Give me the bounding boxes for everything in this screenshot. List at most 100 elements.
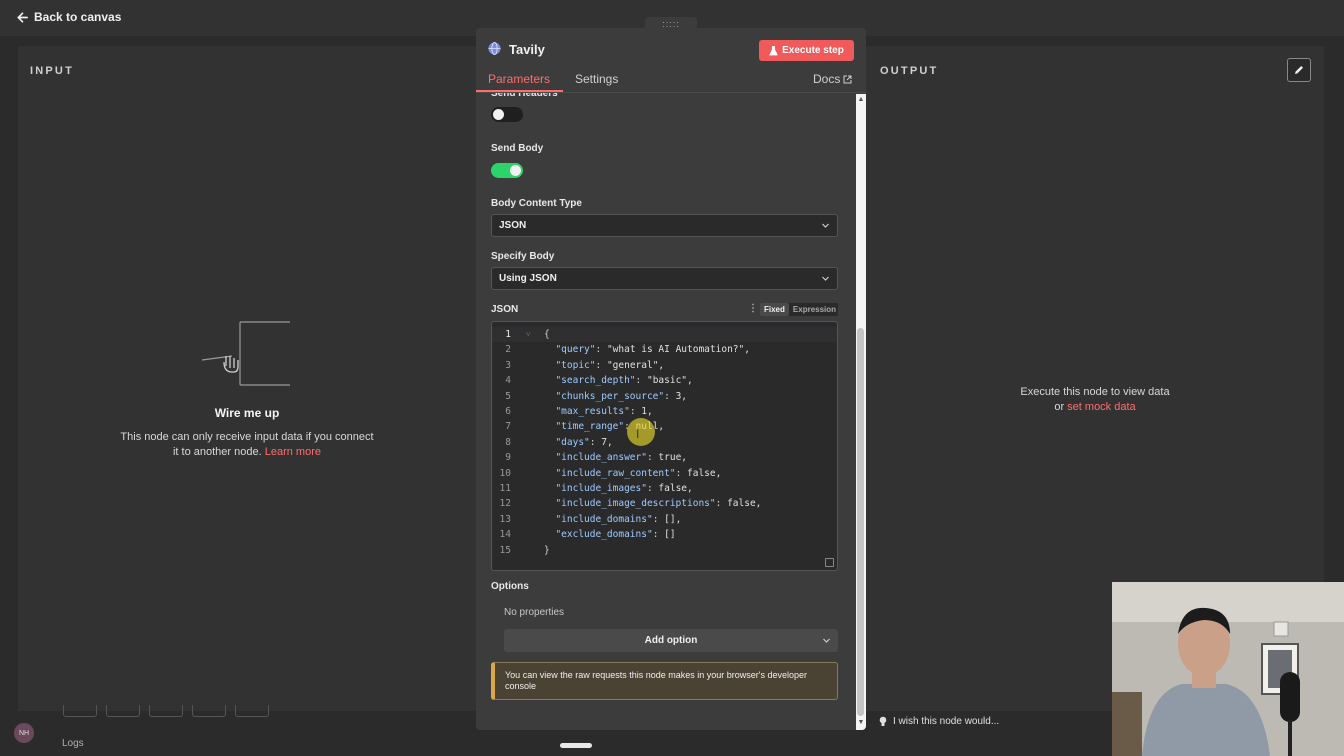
docs-link[interactable]: Docs <box>813 72 852 86</box>
code-text: "days": 7, <box>555 436 613 448</box>
avatar[interactable]: NH <box>14 723 34 743</box>
code-text: "max_results": 1, <box>555 406 653 417</box>
code-text: "chunks_per_source": 3, <box>555 390 688 402</box>
node-parameters-modal: Tavily Execute step Parameters Settings … <box>476 28 866 730</box>
back-to-canvas-label: Back to canvas <box>34 10 122 24</box>
body-content-type-label: Body Content Type <box>491 198 582 209</box>
hand-cursor-icon <box>223 356 239 373</box>
line-number: 6 <box>505 406 511 417</box>
code-line[interactable]: 11 "include_images": false, <box>492 481 837 496</box>
line-number: 12 <box>499 498 511 510</box>
line-number: 11 <box>499 483 511 494</box>
line-number: 2 <box>505 344 511 356</box>
code-text: "include_raw_content": false, <box>555 467 722 479</box>
flask-icon <box>769 45 778 55</box>
line-number: 10 <box>499 467 511 479</box>
logs-drag-handle[interactable] <box>560 743 592 748</box>
toolbar-button[interactable] <box>63 705 97 717</box>
add-option-label: Add option <box>644 635 698 646</box>
header-divider <box>476 92 866 93</box>
code-text: "include_images": false, <box>555 483 693 494</box>
chevron-down-icon <box>823 638 830 643</box>
input-panel: INPUT Wire me up This node can only rece… <box>18 46 476 711</box>
more-options-icon[interactable]: ⋮ <box>748 304 758 314</box>
code-line[interactable]: 14 "exclude_domains": [] <box>492 527 837 542</box>
learn-more-link[interactable]: Learn more <box>265 446 321 458</box>
back-to-canvas-button[interactable]: Back to canvas <box>16 10 121 24</box>
fixed-mode-button[interactable]: Fixed <box>760 303 789 316</box>
code-line[interactable]: 12 "include_image_descriptions": false, <box>492 496 837 511</box>
send-body-label: Send Body <box>491 143 544 154</box>
code-text: "query": "what is AI Automation?", <box>555 344 750 356</box>
pencil-icon <box>1295 66 1303 74</box>
code-line[interactable]: 3 "topic": "general", <box>492 358 837 373</box>
code-line[interactable]: 10 "include_raw_content": false, <box>492 466 837 481</box>
lightbulb-icon <box>879 716 887 726</box>
node-title: Tavily <box>509 42 545 57</box>
execute-to-view-text: Execute this node to view data <box>1020 386 1170 398</box>
feedback-label: I wish this node would... <box>893 716 1000 727</box>
set-mock-data-link[interactable]: set mock data <box>1067 401 1135 413</box>
developer-console-notice: You can view the raw requests this node … <box>491 662 838 700</box>
scroll-up-arrow-icon[interactable]: ▲ <box>857 96 865 104</box>
expression-mode-button[interactable]: Expression <box>789 303 840 316</box>
specify-body-label: Specify Body <box>491 251 555 262</box>
json-code-editor[interactable]: 1 ˅{2 "query": "what is AI Automation?", 3… <box>491 321 838 571</box>
scrollbar-thumb[interactable] <box>857 328 864 716</box>
json-label: JSON <box>491 304 519 315</box>
external-link-icon <box>843 75 852 83</box>
webcam-video-overlay <box>1112 582 1344 756</box>
code-line[interactable]: 7 "time_range": null, <box>492 419 837 434</box>
code-line[interactable]: 6 "max_results": 1, <box>492 404 837 419</box>
code-line[interactable]: 13 "include_domains": [], <box>492 512 837 527</box>
scroll-down-arrow-icon[interactable]: ▼ <box>857 719 865 727</box>
code-text: } <box>544 544 550 556</box>
execute-step-button[interactable]: Execute step <box>759 40 854 61</box>
line-number: 15 <box>499 544 511 556</box>
chevron-down-icon <box>822 276 829 281</box>
code-text: "search_depth": "basic", <box>555 375 693 387</box>
line-number: 7 <box>505 421 511 433</box>
code-line[interactable]: 9 "include_answer": true, <box>492 450 837 465</box>
feedback-link[interactable]: I wish this node would... <box>879 716 999 727</box>
fold-chevron-icon[interactable]: ˅ <box>526 327 531 342</box>
toolbar-button[interactable] <box>235 705 269 717</box>
code-line[interactable]: 2 "query": "what is AI Automation?", <box>492 342 837 357</box>
tab-parameters[interactable]: Parameters <box>488 72 550 86</box>
send-body-toggle[interactable] <box>491 163 523 178</box>
text-cursor-icon: I <box>636 427 640 441</box>
body-content-type-select[interactable]: JSON <box>491 214 838 237</box>
tab-settings[interactable]: Settings <box>575 72 618 86</box>
output-empty-text: Execute this node to view data or set mo… <box>996 385 1194 415</box>
input-panel-title: INPUT <box>30 65 74 77</box>
code-line[interactable]: 15} <box>492 543 837 558</box>
toolbar-button[interactable] <box>149 705 183 717</box>
code-text: "topic": "general", <box>555 359 665 371</box>
code-text: "include_domains": [], <box>555 513 682 525</box>
resize-handle-icon[interactable] <box>825 558 834 567</box>
toolbar-button[interactable] <box>192 705 226 717</box>
fixed-expression-switch: Fixed Expression <box>760 303 838 316</box>
code-line[interactable]: 4 "search_depth": "basic", <box>492 373 837 388</box>
options-label: Options <box>491 581 529 592</box>
logs-tab[interactable]: Logs <box>62 738 84 749</box>
add-option-button[interactable]: Add option <box>504 629 838 652</box>
code-line[interactable]: 1 ˅ { <box>492 327 837 343</box>
line-number: 9 <box>505 452 511 464</box>
wire-me-up-description: This node can only receive input data if… <box>120 431 374 458</box>
code-line[interactable]: 8 "days": 7, <box>492 435 837 450</box>
send-headers-toggle[interactable] <box>491 107 523 122</box>
arrow-left-icon <box>17 11 28 23</box>
body-content-type-value: JSON <box>499 220 527 231</box>
line-number: 1 <box>505 329 511 340</box>
no-properties-text: No properties <box>504 607 565 618</box>
modal-header: Tavily Execute step Parameters Settings … <box>476 28 866 94</box>
specify-body-value: Using JSON <box>499 273 557 284</box>
specify-body-select[interactable]: Using JSON <box>491 267 838 290</box>
wire-node-illustration <box>202 321 290 386</box>
wire-me-up-title: Wire me up <box>214 406 280 420</box>
edit-output-button[interactable] <box>1287 58 1311 82</box>
toolbar-button[interactable] <box>106 705 140 717</box>
code-text: "include_image_descriptions": false, <box>555 498 762 510</box>
code-line[interactable]: 5 "chunks_per_source": 3, <box>492 389 837 404</box>
